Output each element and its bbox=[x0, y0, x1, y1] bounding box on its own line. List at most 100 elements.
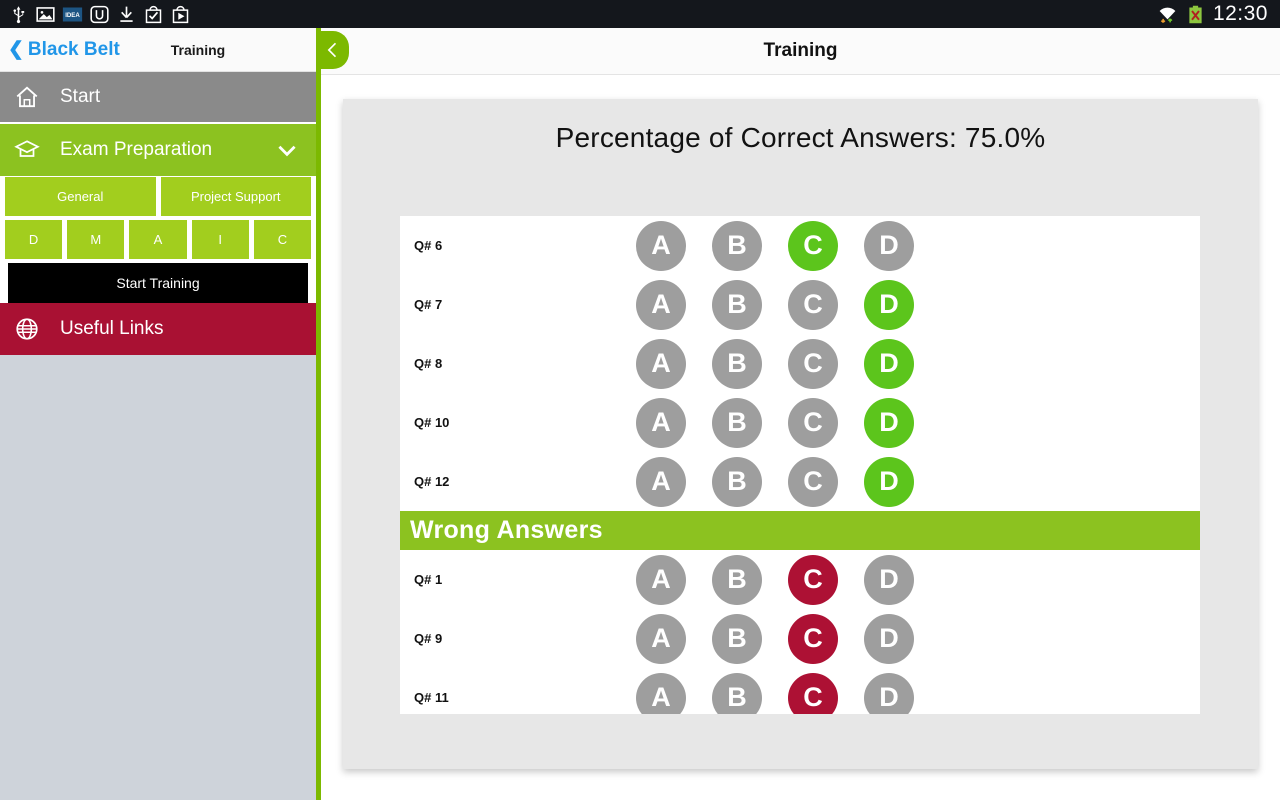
u-app-icon bbox=[90, 5, 109, 23]
option-d[interactable]: D bbox=[864, 554, 914, 605]
option-c[interactable]: C bbox=[788, 397, 838, 448]
question-label: Q# 11 bbox=[414, 690, 449, 705]
option-d[interactable]: D bbox=[864, 672, 914, 714]
checkbag-icon bbox=[145, 5, 162, 23]
status-bar: IDEA 12:30 bbox=[0, 0, 1280, 28]
table-row[interactable]: Q# 10 A B C D bbox=[400, 393, 1200, 452]
option-group: A B C D bbox=[636, 613, 914, 664]
exam-preparation-submenu: General Project Support D M A I C Start … bbox=[0, 176, 316, 303]
option-b[interactable]: B bbox=[712, 338, 762, 389]
option-b[interactable]: B bbox=[712, 279, 762, 330]
main-title: Training bbox=[763, 40, 838, 61]
chevron-left-icon bbox=[327, 42, 337, 58]
option-a[interactable]: A bbox=[636, 338, 686, 389]
status-bar-right-icons: 12:30 bbox=[1157, 2, 1280, 26]
usb-icon bbox=[13, 5, 25, 23]
download-icon bbox=[120, 6, 133, 22]
main-panel: Training Percentage of Correct Answers: … bbox=[317, 28, 1280, 800]
table-row[interactable]: Q# 8 A B C D bbox=[400, 334, 1200, 393]
question-label: Q# 1 bbox=[414, 572, 443, 587]
question-label: Q# 7 bbox=[414, 297, 443, 312]
table-row[interactable]: Q# 9 A B C D bbox=[400, 609, 1200, 668]
option-b[interactable]: B bbox=[712, 456, 762, 507]
sidebar-item-start[interactable]: Start bbox=[0, 72, 316, 124]
option-d[interactable]: D bbox=[864, 456, 914, 507]
globe-icon bbox=[16, 318, 38, 340]
option-c[interactable]: C bbox=[788, 613, 838, 664]
phase-button-a[interactable]: A bbox=[129, 220, 187, 259]
category-button-general[interactable]: General bbox=[5, 177, 156, 216]
option-c[interactable]: C bbox=[788, 338, 838, 389]
sidebar-item-useful-links-label: Useful Links bbox=[60, 318, 164, 339]
percentage-heading: Percentage of Correct Answers: 75.0% bbox=[555, 122, 1046, 153]
option-a[interactable]: A bbox=[636, 279, 686, 330]
option-b[interactable]: B bbox=[712, 220, 762, 271]
option-b[interactable]: B bbox=[712, 672, 762, 714]
sidebar-item-exam-preparation[interactable]: Exam Preparation bbox=[0, 124, 316, 176]
question-label: Q# 8 bbox=[414, 356, 443, 371]
option-group: A B C D bbox=[636, 672, 914, 714]
option-d[interactable]: D bbox=[864, 613, 914, 664]
back-label: Black Belt bbox=[27, 38, 120, 60]
question-label: Q# 9 bbox=[414, 631, 443, 646]
option-group: A B C D bbox=[636, 338, 914, 389]
phase-button-m[interactable]: M bbox=[67, 220, 125, 259]
option-a[interactable]: A bbox=[636, 554, 686, 605]
option-d[interactable]: D bbox=[864, 338, 914, 389]
start-training-button[interactable]: Start Training bbox=[8, 263, 308, 303]
option-c[interactable]: C bbox=[788, 220, 838, 271]
question-label: Q# 6 bbox=[414, 238, 443, 253]
results-card: Percentage of Correct Answers: 75.0% Q# … bbox=[343, 99, 1258, 769]
sidebar-header: ❮ Black Belt Training bbox=[0, 28, 316, 72]
option-a[interactable]: A bbox=[636, 456, 686, 507]
sidebar-item-exam-preparation-label: Exam Preparation bbox=[60, 139, 213, 160]
phase-button-c[interactable]: C bbox=[253, 220, 312, 259]
chevron-down-icon[interactable] bbox=[274, 137, 300, 163]
table-row[interactable]: Q# 1 A B C D bbox=[400, 550, 1200, 609]
table-row[interactable]: Q# 11 A B C D bbox=[400, 668, 1200, 714]
wrong-answers-section-header: Wrong Answers bbox=[400, 511, 1200, 550]
main-header: Training bbox=[317, 28, 1280, 75]
option-c[interactable]: C bbox=[788, 456, 838, 507]
option-d[interactable]: D bbox=[864, 397, 914, 448]
sidebar-item-useful-links[interactable]: Useful Links bbox=[0, 303, 316, 355]
wrong-answers-label: Wrong Answers bbox=[410, 516, 603, 544]
option-c[interactable]: C bbox=[788, 672, 838, 714]
image-icon bbox=[36, 6, 55, 22]
option-d[interactable]: D bbox=[864, 220, 914, 271]
option-b[interactable]: B bbox=[712, 397, 762, 448]
table-row[interactable]: Q# 12 A B C D bbox=[400, 452, 1200, 511]
option-b[interactable]: B bbox=[712, 613, 762, 664]
table-row[interactable]: Q# 6 A B C D bbox=[400, 216, 1200, 275]
sidebar-item-start-label: Start bbox=[60, 86, 101, 107]
option-group: A B C D bbox=[636, 554, 914, 605]
question-label: Q# 12 bbox=[414, 474, 450, 489]
wifi-icon bbox=[1159, 7, 1176, 23]
option-a[interactable]: A bbox=[636, 613, 686, 664]
option-group: A B C D bbox=[636, 220, 914, 271]
graduation-cap-icon bbox=[14, 140, 40, 157]
category-button-project-support[interactable]: Project Support bbox=[160, 177, 311, 216]
idea-icon: IDEA bbox=[62, 7, 83, 21]
category-button-group: General Project Support bbox=[0, 176, 316, 216]
option-group: A B C D bbox=[636, 456, 914, 507]
playbag-icon bbox=[172, 5, 189, 23]
dmaic-button-group: D M A I C bbox=[0, 216, 316, 261]
question-label: Q# 10 bbox=[414, 415, 450, 430]
phase-button-i[interactable]: I bbox=[191, 220, 249, 259]
option-c[interactable]: C bbox=[788, 279, 838, 330]
option-group: A B C D bbox=[636, 279, 914, 330]
option-a[interactable]: A bbox=[636, 672, 686, 714]
option-a[interactable]: A bbox=[636, 220, 686, 271]
chevron-left-icon: ❮ bbox=[8, 39, 24, 60]
option-a[interactable]: A bbox=[636, 397, 686, 448]
phase-button-d[interactable]: D bbox=[5, 220, 63, 259]
option-c[interactable]: C bbox=[788, 554, 838, 605]
main-back-button[interactable] bbox=[317, 31, 349, 69]
answers-panel: Q# 6 A B C D Q# 7 A B C D Q# 8 A B C D Q… bbox=[400, 216, 1200, 714]
option-d[interactable]: D bbox=[864, 279, 914, 330]
sidebar: ❮ Black Belt Training Start Exam Prepara… bbox=[0, 28, 316, 800]
option-b[interactable]: B bbox=[712, 554, 762, 605]
back-to-black-belt-button[interactable]: ❮ Black Belt bbox=[0, 38, 120, 61]
table-row[interactable]: Q# 7 A B C D bbox=[400, 275, 1200, 334]
